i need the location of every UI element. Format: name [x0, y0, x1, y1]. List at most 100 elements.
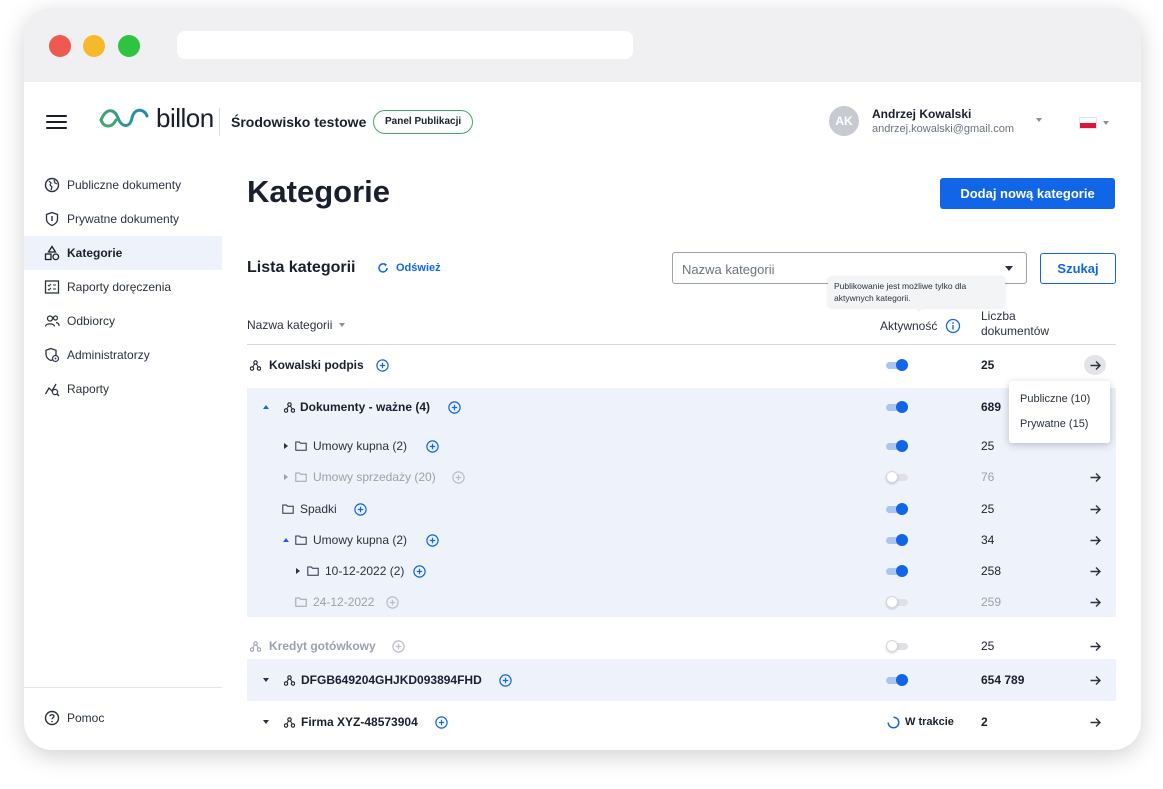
polish-flag-icon[interactable]	[1079, 117, 1097, 129]
active-toggle[interactable]	[886, 359, 908, 371]
document-count: 25	[981, 502, 995, 516]
table-row[interactable]: Kowalski podpis 25	[247, 353, 1116, 377]
add-subcategory-icon[interactable]	[448, 395, 461, 419]
arrow-right-icon[interactable]	[1085, 713, 1105, 731]
admin-shield-icon	[45, 347, 60, 363]
sort-chevron-down-icon	[339, 323, 346, 327]
folder-icon	[295, 465, 307, 489]
refresh-button[interactable]: Odśwież	[377, 262, 441, 274]
table-row[interactable]: Kredyt gotówkowy 25	[247, 634, 1116, 658]
table-row[interactable]: Spadki 25	[247, 497, 1116, 521]
collapse-chevron-up-icon[interactable]	[283, 528, 289, 552]
arrow-right-icon[interactable]	[1085, 593, 1105, 611]
close-window-button[interactable]	[49, 35, 71, 57]
folder-icon	[295, 528, 307, 552]
sidebar-item-administrators[interactable]: Administratorzy	[24, 338, 222, 372]
active-toggle[interactable]	[886, 674, 908, 686]
address-bar[interactable]	[177, 31, 633, 59]
active-toggle[interactable]	[886, 440, 908, 452]
category-name: 10-12-2022 (2)	[325, 564, 405, 578]
expand-chevron-right-icon[interactable]	[284, 434, 288, 458]
active-toggle[interactable]	[886, 401, 908, 413]
maximize-window-button[interactable]	[118, 35, 140, 57]
search-button[interactable]: Szukaj	[1040, 253, 1116, 284]
add-subcategory-icon[interactable]	[452, 465, 465, 489]
sidebar-item-public-documents[interactable]: Publiczne dokumenty	[24, 168, 222, 202]
column-header-count: Liczba dokumentów	[981, 309, 1049, 339]
info-icon[interactable]	[945, 318, 961, 334]
collapse-chevron-up-icon[interactable]	[263, 395, 269, 419]
arrow-right-icon[interactable]	[1084, 355, 1106, 375]
table-row[interactable]: Dokumenty - ważne (4) 689	[247, 395, 1116, 419]
add-subcategory-icon[interactable]	[354, 497, 367, 521]
billon-logo[interactable]: billon	[98, 103, 214, 133]
table-row[interactable]: 24-12-2022 259	[247, 590, 1116, 614]
category-tree-icon	[284, 710, 295, 734]
arrow-right-icon[interactable]	[1085, 562, 1105, 580]
environment-label: Środowisko testowe	[231, 114, 367, 130]
avatar[interactable]: AK	[829, 106, 859, 136]
folder-icon	[295, 590, 307, 614]
column-header-name[interactable]: Nazwa kategorii	[247, 318, 346, 332]
add-subcategory-icon[interactable]	[435, 710, 448, 734]
active-toggle[interactable]	[886, 640, 908, 652]
browser-window: billon Środowisko testowe Panel Publikac…	[24, 8, 1141, 750]
table-row[interactable]: Umowy sprzedaży (20) 76	[247, 465, 1116, 489]
add-subcategory-icon[interactable]	[413, 559, 426, 583]
help-link[interactable]: Pomoc	[24, 701, 104, 735]
active-toggle[interactable]	[886, 565, 908, 577]
help-label: Pomoc	[67, 711, 105, 725]
table-row[interactable]: Umowy kupna (2) 34	[247, 528, 1116, 552]
add-subcategory-icon[interactable]	[426, 434, 439, 458]
table-row[interactable]: 10-12-2022 (2) 258	[247, 559, 1116, 583]
users-icon	[44, 315, 60, 327]
arrow-right-icon[interactable]	[1085, 531, 1105, 549]
dropdown-item-public[interactable]: Publiczne (10)	[1009, 389, 1110, 414]
refresh-label: Odśwież	[396, 262, 441, 274]
expand-chevron-down-icon[interactable]	[263, 668, 269, 692]
add-subcategory-icon[interactable]	[426, 528, 439, 552]
folder-icon	[282, 497, 294, 521]
globe-icon	[44, 177, 60, 193]
menu-icon[interactable]	[46, 115, 67, 130]
add-subcategory-icon[interactable]	[392, 634, 405, 658]
document-count: 258	[981, 564, 1002, 578]
expand-chevron-right-icon[interactable]	[296, 559, 300, 583]
expand-chevron-right-icon[interactable]	[284, 465, 288, 489]
arrow-right-icon[interactable]	[1085, 637, 1105, 655]
category-name: Spadki	[300, 502, 337, 516]
table-row[interactable]: Umowy kupna (2) 25	[247, 434, 1116, 458]
active-toggle[interactable]	[886, 534, 908, 546]
sidebar-item-recipients[interactable]: Odbiorcy	[24, 304, 222, 338]
add-subcategory-icon[interactable]	[386, 590, 399, 614]
add-subcategory-icon[interactable]	[376, 353, 389, 377]
sidebar-item-reports[interactable]: Raporty	[24, 372, 222, 406]
sidebar-item-delivery-reports[interactable]: Raporty doręczenia	[24, 270, 222, 304]
user-name[interactable]: Andrzej Kowalski	[872, 107, 971, 121]
minimize-window-button[interactable]	[83, 35, 105, 57]
user-menu-chevron-down-icon[interactable]	[1036, 118, 1042, 122]
document-count: 654 789	[981, 673, 1025, 687]
table-row[interactable]: Firma XYZ-48573904 W trakcie 2	[247, 710, 1116, 734]
active-toggle[interactable]	[886, 503, 908, 515]
dropdown-item-private[interactable]: Prywatne (15)	[1009, 414, 1110, 439]
sidebar-item-categories[interactable]: Kategorie	[24, 236, 222, 270]
arrow-right-icon[interactable]	[1085, 500, 1105, 518]
user-email: andrzej.kowalski@gmail.com	[872, 123, 1014, 135]
header-divider	[219, 108, 220, 136]
shield-icon	[45, 211, 59, 227]
refresh-icon	[378, 263, 388, 273]
language-chevron-down-icon[interactable]	[1103, 121, 1109, 125]
arrow-right-icon[interactable]	[1085, 468, 1105, 486]
add-subcategory-icon[interactable]	[499, 668, 512, 692]
document-count: 259	[981, 595, 1002, 609]
category-tree-icon	[284, 395, 295, 419]
active-toggle[interactable]	[886, 596, 908, 608]
table-row[interactable]: DFGB649204GHJKD093894FHD 654 789	[247, 668, 1116, 692]
sidebar-item-private-documents[interactable]: Prywatne dokumenty	[24, 202, 222, 236]
active-toggle[interactable]	[886, 471, 908, 483]
arrow-right-icon[interactable]	[1085, 671, 1105, 689]
expand-chevron-down-icon[interactable]	[263, 710, 269, 734]
add-category-button[interactable]: Dodaj nową kategorie	[940, 178, 1115, 209]
chart-search-icon	[44, 383, 60, 397]
